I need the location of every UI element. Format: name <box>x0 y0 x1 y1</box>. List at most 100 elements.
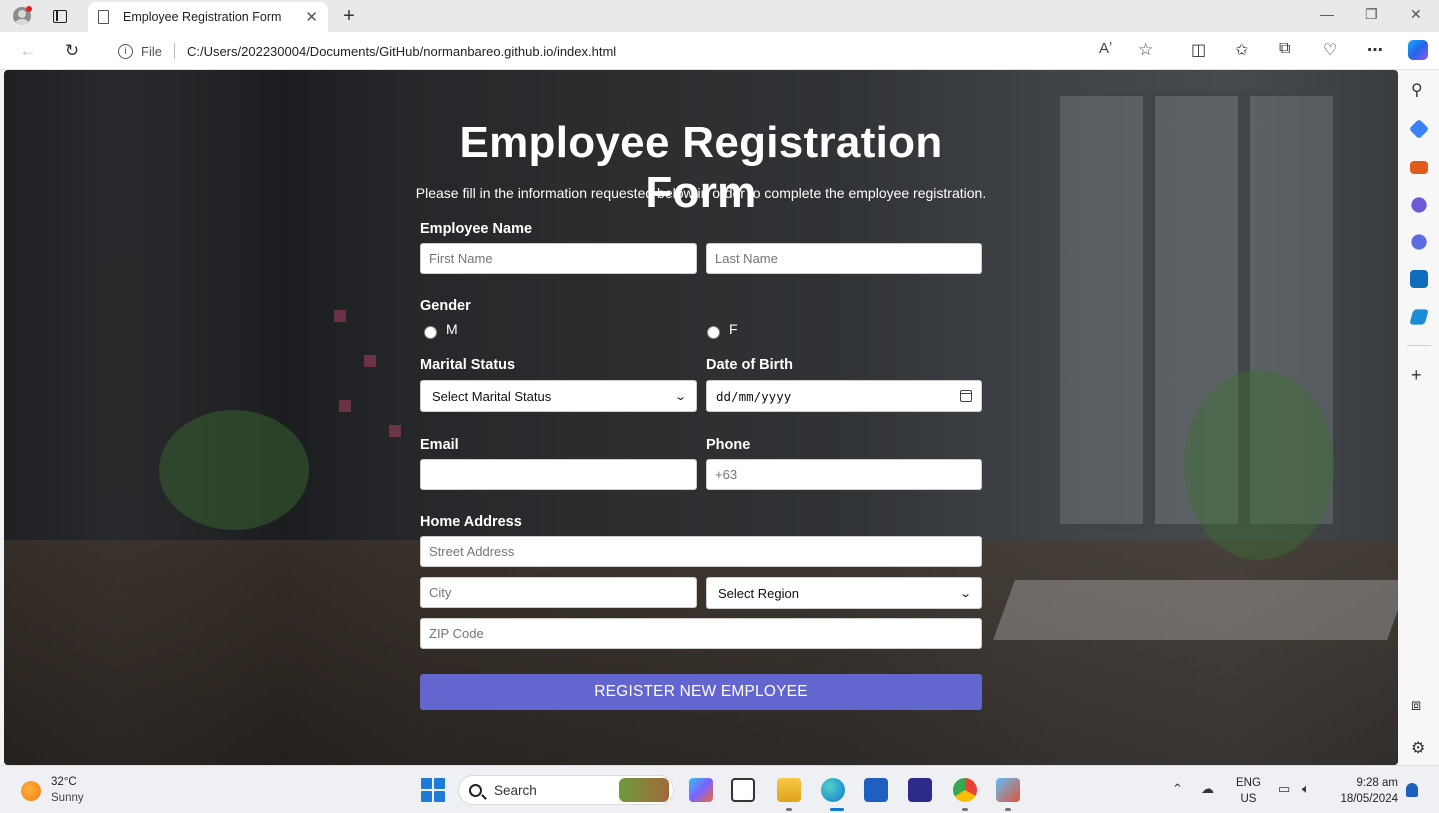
date-of-birth-value: dd/mm/yyyy <box>716 388 792 404</box>
read-aloud-icon[interactable]: Aʼ <box>1099 40 1112 57</box>
url-field[interactable]: i File C:/Users/202230004/Documents/GitH… <box>100 36 1168 66</box>
notification-dot <box>26 6 32 12</box>
close-tab-icon[interactable]: ✕ <box>305 8 318 26</box>
gender-f-radio[interactable] <box>707 326 720 339</box>
search-icon[interactable]: ⚲ <box>1411 80 1423 100</box>
phone-field[interactable] <box>706 459 982 490</box>
taskbar: 32°C Sunny Search ⌃ ☁ ENG US ▭ 🔈︎ 9:28 a… <box>0 765 1439 813</box>
tab-strip: Employee Registration Form ✕ + — ❐ ✕ <box>0 0 1439 32</box>
background-note <box>364 355 376 367</box>
info-icon[interactable]: i <box>118 43 133 59</box>
system-clock[interactable]: 9:28 am 18/05/2024 <box>1334 775 1398 807</box>
language-indicator[interactable]: ENG US <box>1236 775 1261 807</box>
last-name-input[interactable] <box>706 243 982 274</box>
microsoft-365-icon[interactable] <box>1411 234 1427 250</box>
background-note <box>339 400 351 412</box>
taskbar-search[interactable]: Search <box>458 775 674 805</box>
background-window <box>1054 90 1149 530</box>
sun-icon[interactable] <box>21 781 41 801</box>
active-tab[interactable]: Employee Registration Form ✕ <box>88 2 328 32</box>
sidebar-divider <box>1407 345 1431 346</box>
search-highlight-image <box>619 778 669 802</box>
visual-studio-icon[interactable] <box>908 778 932 802</box>
weather-temperature[interactable]: 32°C <box>51 776 77 788</box>
running-indicator <box>1005 808 1011 811</box>
split-screen-icon[interactable]: ◫ <box>1191 40 1206 60</box>
notification-bell-icon[interactable] <box>1406 783 1418 797</box>
send-icon[interactable] <box>1409 309 1429 325</box>
page-icon <box>98 10 109 24</box>
chrome-icon[interactable] <box>953 778 977 802</box>
paint-icon[interactable] <box>996 778 1020 802</box>
edge-icon[interactable] <box>821 778 845 802</box>
add-icon[interactable]: + <box>1411 365 1422 386</box>
phone-label: Phone <box>706 437 751 453</box>
profile-button[interactable] <box>8 4 36 28</box>
page-viewport: Employee Registration Form Please fill i… <box>4 70 1398 765</box>
copilot-icon[interactable] <box>1408 40 1428 60</box>
background-plant <box>1184 370 1334 560</box>
tab-title: Employee Registration Form <box>123 10 282 24</box>
shopping-tag-icon[interactable] <box>1408 118 1430 140</box>
store-icon[interactable] <box>864 778 888 802</box>
hide-sidebar-icon[interactable]: ⧈ <box>1411 697 1421 715</box>
register-button[interactable]: REGISTER NEW EMPLOYEE <box>420 674 982 710</box>
zip-code-input[interactable] <box>420 618 982 649</box>
back-icon[interactable]: ← <box>17 40 39 62</box>
region-value: Select Region <box>718 585 799 601</box>
gender-m-radio[interactable] <box>424 326 437 339</box>
marital-status-select[interactable]: Select Marital Status ⌄ <box>420 380 697 412</box>
region-code: US <box>1240 793 1257 805</box>
browser-essentials-icon[interactable]: ♡ <box>1323 40 1337 60</box>
gender-m-label: M <box>446 321 458 337</box>
email-field[interactable] <box>420 459 697 490</box>
search-label: Search <box>494 782 537 798</box>
first-name-input[interactable] <box>420 243 697 274</box>
restore-icon[interactable]: ❐ <box>1365 6 1378 23</box>
language-code: ENG <box>1236 777 1261 789</box>
outlook-icon[interactable] <box>1410 270 1428 288</box>
show-hidden-icons-icon[interactable]: ⌃ <box>1172 781 1183 797</box>
background-note <box>334 310 346 322</box>
games-icon[interactable] <box>1411 197 1427 213</box>
page-title: Employee Registration Form <box>459 118 943 217</box>
city-input[interactable] <box>420 577 697 608</box>
favorites-icon[interactable]: ✩ <box>1235 40 1248 60</box>
network-icon[interactable]: ▭ <box>1278 781 1290 797</box>
volume-icon[interactable]: 🔈︎ <box>1302 781 1310 797</box>
url-text: C:/Users/202230004/Documents/GitHub/norm… <box>186 43 617 59</box>
file-explorer-icon[interactable] <box>777 778 801 802</box>
collections-icon[interactable]: ⧉ <box>1279 40 1290 58</box>
cloud-sync-icon[interactable]: ☁ <box>1201 781 1214 797</box>
search-icon <box>469 783 482 797</box>
calendar-icon[interactable] <box>960 390 972 402</box>
tools-icon[interactable] <box>1410 161 1428 174</box>
settings-gear-icon[interactable]: ⚙ <box>1411 738 1425 758</box>
running-indicator <box>786 808 792 811</box>
date-of-birth-label: Date of Birth <box>706 357 793 373</box>
employee-name-label: Employee Name <box>420 221 533 237</box>
minimize-icon[interactable]: — <box>1320 6 1334 22</box>
copilot-preview-icon[interactable] <box>689 778 713 802</box>
street-address-input[interactable] <box>420 536 982 567</box>
more-menu-icon[interactable]: ⋯ <box>1367 40 1383 60</box>
close-window-icon[interactable]: ✕ <box>1410 6 1422 23</box>
marital-status-value: Select Marital Status <box>432 388 552 404</box>
new-tab-button[interactable]: + <box>335 4 363 28</box>
tab-actions-button[interactable] <box>46 4 74 28</box>
background-shelf <box>89 260 134 490</box>
form-subtitle: Please fill in the information requested… <box>415 185 987 201</box>
clock-time: 9:28 am <box>1356 777 1398 789</box>
email-label: Email <box>420 437 459 453</box>
running-indicator <box>962 808 968 811</box>
task-view-icon[interactable] <box>731 778 755 802</box>
favorite-star-icon[interactable]: ☆ <box>1138 40 1153 60</box>
windows-start-icon[interactable] <box>421 778 445 802</box>
address-bar: ← ↻ i File C:/Users/202230004/Documents/… <box>0 32 1439 70</box>
refresh-icon[interactable]: ↻ <box>61 40 83 62</box>
date-of-birth-input[interactable]: dd/mm/yyyy <box>706 380 982 412</box>
region-select[interactable]: Select Region ⌄ <box>706 577 982 609</box>
tab-actions-icon <box>53 9 67 23</box>
weather-description[interactable]: Sunny <box>51 792 84 804</box>
marital-status-label: Marital Status <box>420 357 516 373</box>
